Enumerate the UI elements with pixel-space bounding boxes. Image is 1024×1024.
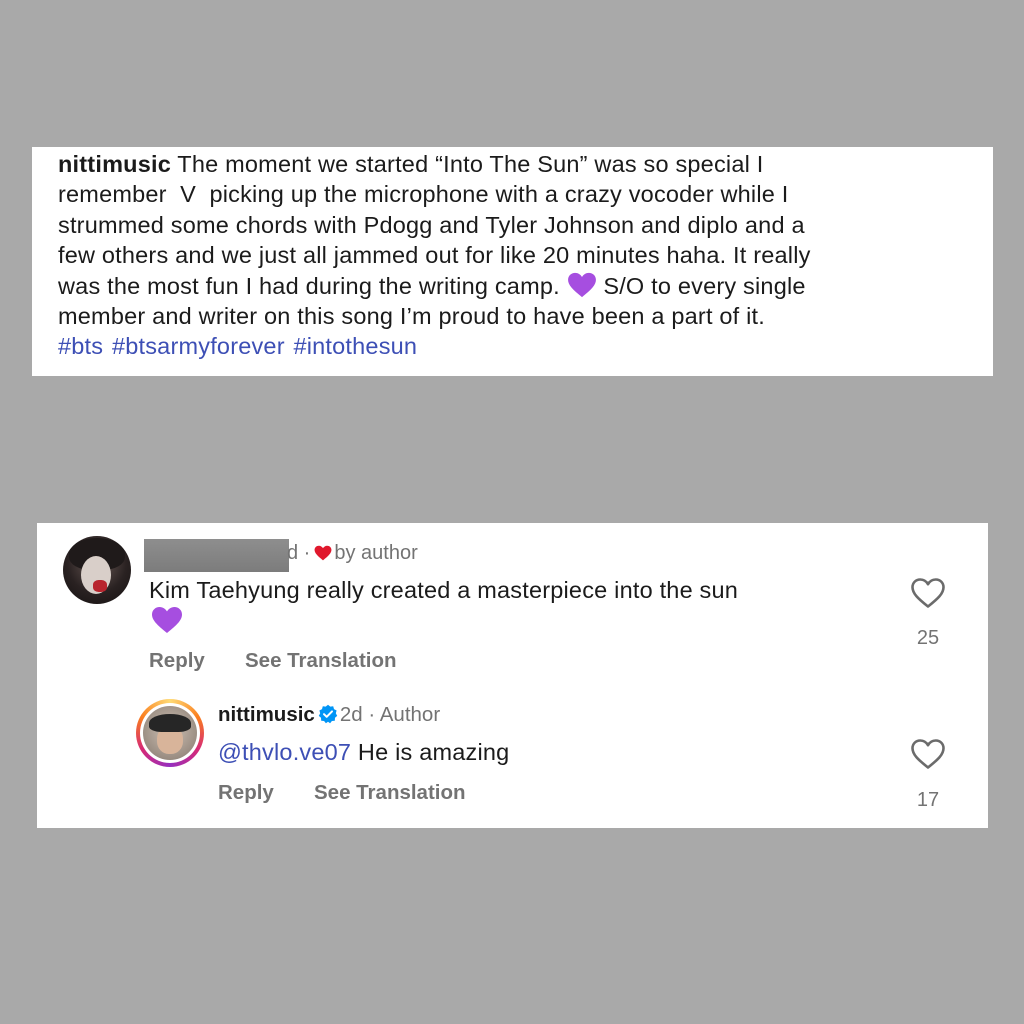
caption-line-4: few others and we just all jammed out fo… (58, 242, 811, 269)
caption-line-1: nittimusic The moment we started “Into T… (58, 151, 764, 177)
purple-heart-icon (151, 606, 183, 634)
see-translation-button[interactable]: See Translation (245, 649, 397, 673)
reply-header: nittimusic 2d · Author (218, 703, 441, 726)
hashtag-link[interactable]: #bts (58, 333, 103, 359)
liked-by-author-label: by author (334, 542, 418, 564)
mention-link[interactable]: @thvlo.ve07 (218, 739, 351, 765)
reply-button[interactable]: Reply (149, 649, 205, 673)
caption-line-6: member and writer on this song I’m proud… (58, 303, 766, 330)
comment-text: Kim Taehyung really created a masterpiec… (149, 577, 739, 603)
reply-username[interactable]: nittimusic (218, 703, 315, 726)
hashtag-link[interactable]: #btsarmyforever (112, 333, 285, 359)
redacted-username (144, 539, 289, 572)
like-heart-icon[interactable] (910, 738, 946, 770)
reply-time: 2d (339, 703, 363, 726)
see-translation-button[interactable]: See Translation (314, 781, 466, 805)
like-count: 17 (916, 789, 940, 811)
reply-text: @thvlo.ve07 He is amazing (218, 739, 510, 765)
post-caption: nittimusic The moment we started “Into T… (32, 147, 993, 376)
liked-by-author-heart-icon (314, 542, 332, 561)
author-avatar[interactable] (136, 699, 204, 767)
caption-line-3: strummed some chords with Pdogg and Tyle… (58, 211, 805, 238)
caption-username[interactable]: nittimusic (58, 151, 171, 177)
hashtag-link[interactable]: #intothesun (293, 333, 417, 359)
caption-line-5: was the most fun I had during the writin… (58, 272, 806, 299)
caption-hashtags: #bts #btsarmyforever #intothesun (58, 331, 973, 361)
verified-badge-icon (318, 704, 338, 724)
reply-button[interactable]: Reply (218, 781, 274, 805)
commenter-avatar[interactable] (63, 536, 131, 604)
comments-section: d · by author Kim Taehyung really created… (37, 523, 988, 828)
author-badge: Author (379, 703, 441, 726)
like-count: 25 (916, 627, 940, 649)
comment-meta: d · by author (287, 542, 418, 564)
purple-heart-icon (567, 272, 597, 298)
like-heart-icon[interactable] (910, 577, 946, 609)
caption-line-2: remember V picking up the microphone wit… (58, 181, 789, 208)
